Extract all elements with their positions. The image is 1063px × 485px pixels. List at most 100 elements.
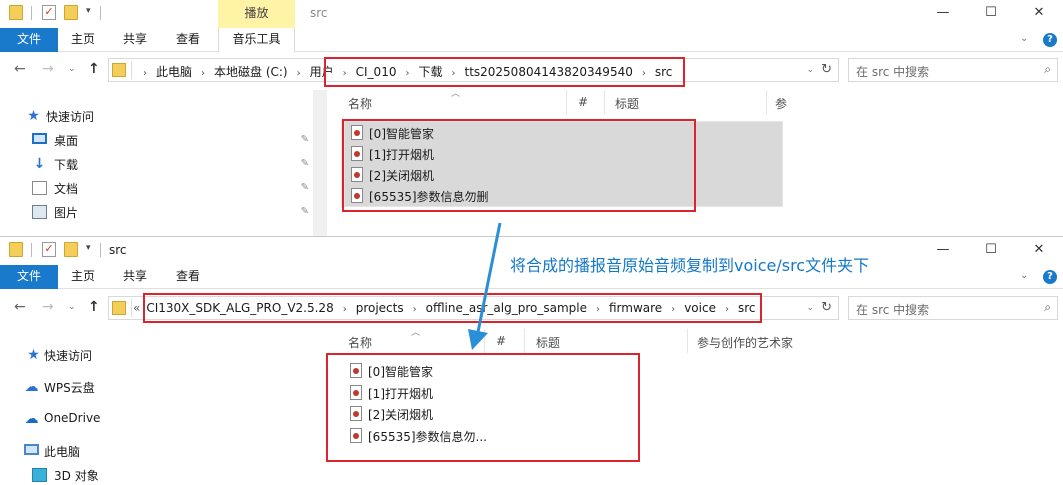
close-icon[interactable]: ✕ — [1016, 2, 1062, 24]
search-input[interactable]: 在 src 中搜索 ⌕ — [848, 58, 1058, 82]
expand-ribbon-icon[interactable]: ⌄ — [1020, 33, 1032, 44]
pin-icon[interactable]: ✎ — [301, 158, 309, 169]
column-number[interactable]: # — [496, 334, 506, 348]
back-icon[interactable]: ← — [14, 299, 26, 315]
folder-icon — [112, 63, 126, 77]
nav-item-quick-access[interactable]: ★ 快速访问 — [18, 344, 313, 366]
nav-scrollbar[interactable] — [313, 90, 327, 236]
nav-item-3d-objects[interactable]: 3D 对象 — [18, 464, 313, 485]
divider[interactable] — [566, 90, 567, 114]
search-placeholder: 在 src 中搜索 — [856, 65, 930, 79]
star-icon: ★ — [27, 347, 40, 363]
new-folder-icon[interactable] — [64, 5, 78, 20]
download-icon: ↓ — [33, 156, 46, 172]
window-title: src — [310, 6, 328, 20]
column-name[interactable]: 名称 — [348, 95, 372, 112]
context-tab-play[interactable]: 播放 — [218, 0, 295, 28]
tab-view[interactable]: 查看 — [176, 265, 200, 289]
nav-item-documents[interactable]: 文档 ✎ — [18, 177, 313, 199]
nav-label: 3D 对象 — [54, 469, 99, 483]
wps-cloud-icon: ☁ — [24, 379, 39, 395]
folder-icon — [9, 242, 23, 257]
search-icon[interactable]: ⌕ — [1044, 300, 1051, 315]
breadcrumb-item[interactable]: 本地磁盘 (C:) — [214, 63, 288, 80]
back-icon[interactable]: ← — [14, 61, 26, 77]
column-contributing-artist[interactable]: 参 — [775, 95, 787, 112]
sort-ascending-icon: ︿ — [411, 328, 421, 338]
forward-icon[interactable]: → — [42, 299, 54, 315]
maximize-icon[interactable]: ☐ — [968, 239, 1014, 261]
navigation-pane: ★ 快速访问 桌面 ✎ ↓ 下载 ✎ 文档 ✎ 图片 ✎ — [0, 90, 316, 236]
nav-item-this-pc[interactable]: 此电脑 — [18, 440, 313, 462]
search-icon[interactable]: ⌕ — [1044, 62, 1051, 77]
navigation-pane: ★ 快速访问 ☁ WPS云盘 ☁ OneDrive 此电脑 3D 对象 — [0, 329, 316, 485]
address-dropdown-icon[interactable]: ⌄ — [806, 65, 814, 75]
customize-toolbar-dropdown-icon[interactable]: ▾ — [86, 6, 91, 16]
pin-icon[interactable]: ✎ — [301, 134, 309, 145]
divider[interactable] — [687, 329, 688, 353]
address-dropdown-icon[interactable]: ⌄ — [806, 303, 814, 313]
sort-ascending-icon: ︿ — [451, 89, 461, 99]
customize-toolbar-dropdown-icon[interactable]: ▾ — [86, 243, 91, 253]
nav-item-pictures[interactable]: 图片 ✎ — [18, 201, 313, 223]
help-icon[interactable]: ? — [1043, 33, 1057, 47]
pin-icon[interactable]: ✎ — [301, 206, 309, 217]
nav-item-quick-access[interactable]: ★ 快速访问 — [18, 105, 313, 127]
refresh-icon[interactable]: ↻ — [821, 300, 832, 315]
recent-locations-dropdown-icon[interactable]: ⌄ — [68, 302, 76, 312]
nav-item-wps-cloud[interactable]: ☁ WPS云盘 — [18, 376, 313, 398]
divider[interactable] — [766, 90, 767, 114]
divider — [31, 6, 32, 20]
tab-share[interactable]: 共享 — [123, 265, 147, 289]
tab-music-tools[interactable]: 音乐工具 — [218, 28, 295, 52]
highlight-target-files — [326, 353, 640, 462]
breadcrumb-item[interactable]: 此电脑 — [156, 63, 192, 80]
nav-label: OneDrive — [44, 411, 101, 425]
this-pc-icon — [24, 444, 39, 455]
column-title[interactable]: 标题 — [615, 95, 639, 112]
document-icon — [32, 181, 47, 195]
nav-item-desktop[interactable]: 桌面 ✎ — [18, 129, 313, 151]
tab-home[interactable]: 主页 — [71, 28, 95, 52]
nav-label: 图片 — [54, 206, 79, 220]
tab-share[interactable]: 共享 — [123, 28, 147, 52]
desktop-icon — [32, 133, 47, 144]
recent-locations-dropdown-icon[interactable]: ⌄ — [68, 64, 76, 74]
ribbon-tabs: 文件 主页 共享 查看 音乐工具 ⌄ ? — [0, 28, 1063, 52]
nav-label: 文档 — [54, 182, 79, 196]
column-title[interactable]: 标题 — [536, 334, 560, 351]
maximize-icon[interactable]: ☐ — [968, 2, 1014, 24]
divider[interactable] — [524, 329, 525, 353]
forward-icon[interactable]: → — [42, 61, 54, 77]
expand-ribbon-icon[interactable]: ⌄ — [1020, 270, 1032, 281]
column-name[interactable]: 名称 — [348, 334, 372, 351]
tab-view[interactable]: 查看 — [176, 28, 200, 52]
divider[interactable] — [604, 90, 605, 114]
column-number[interactable]: # — [578, 95, 588, 109]
search-input[interactable]: 在 src 中搜索 ⌕ — [848, 296, 1058, 320]
folder-icon — [9, 5, 23, 20]
close-icon[interactable]: ✕ — [1016, 239, 1062, 261]
nav-item-onedrive[interactable]: ☁ OneDrive — [18, 408, 313, 430]
minimize-icon[interactable]: — — [920, 2, 966, 24]
divider[interactable] — [484, 329, 485, 353]
new-folder-icon[interactable] — [64, 242, 78, 257]
breadcrumb-separator-icon[interactable]: › — [134, 68, 156, 79]
highlight-target-path — [143, 293, 762, 323]
nav-item-downloads[interactable]: ↓ 下载 ✎ — [18, 153, 313, 175]
help-icon[interactable]: ? — [1043, 270, 1057, 284]
breadcrumb-separator-icon[interactable]: › — [192, 68, 214, 79]
tab-home[interactable]: 主页 — [71, 265, 95, 289]
refresh-icon[interactable]: ↻ — [821, 62, 832, 77]
up-icon[interactable]: ↑ — [88, 299, 100, 315]
tab-file[interactable]: 文件 — [0, 28, 58, 52]
up-icon[interactable]: ↑ — [88, 61, 100, 77]
tab-file[interactable]: 文件 — [0, 265, 58, 289]
minimize-icon[interactable]: — — [920, 239, 966, 261]
properties-icon[interactable]: ✓ — [42, 242, 56, 257]
column-contributing-artist[interactable]: 参与创作的艺术家 — [697, 334, 793, 351]
pin-icon[interactable]: ✎ — [301, 182, 309, 193]
breadcrumb-separator-icon[interactable]: › — [288, 68, 310, 79]
breadcrumb-overflow-icon[interactable]: « — [133, 301, 140, 315]
properties-icon[interactable]: ✓ — [42, 5, 56, 20]
